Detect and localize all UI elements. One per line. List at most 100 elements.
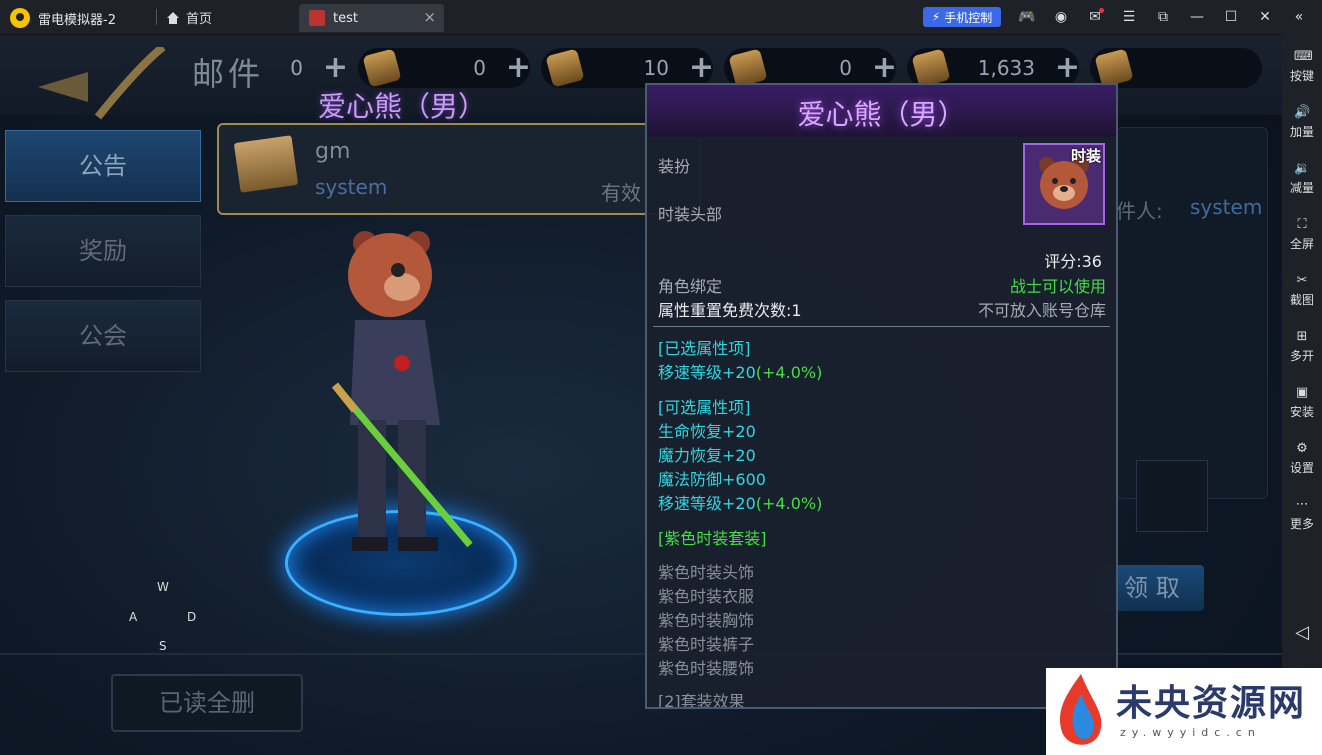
tab-close-icon[interactable]: ×: [423, 8, 436, 26]
item-score: 评分:36: [1044, 252, 1102, 271]
add-resource-button[interactable]: +: [1055, 50, 1080, 85]
sidebar-item-screenshot[interactable]: ✂ 截图: [1282, 274, 1322, 308]
scissors-icon: ✂: [1296, 273, 1308, 288]
phone-control-button[interactable]: ⚡ 手机控制: [923, 7, 1001, 27]
optional-attr: 移速等级+20(+4.0%): [658, 494, 823, 513]
sidebar-item-volume-down[interactable]: 🔉 减量: [1282, 162, 1322, 196]
delete-read-all-button[interactable]: 已读全删: [111, 674, 303, 732]
close-icon[interactable]: ✕: [1248, 6, 1282, 28]
optional-attr: 生命恢复+20: [658, 422, 756, 441]
minimize-icon[interactable]: —: [1180, 6, 1214, 28]
wasd-control[interactable]: W A D S: [118, 570, 208, 660]
more-icon: ⋯: [1295, 497, 1309, 512]
mail-icon[interactable]: ✉: [1078, 6, 1112, 28]
collapse-sidebar-icon[interactable]: «: [1282, 6, 1316, 28]
sidebar-item-volume-up[interactable]: 🔊 加量: [1282, 106, 1322, 140]
back-arrow-icon[interactable]: [28, 47, 168, 127]
home-label: 首页: [186, 12, 213, 27]
add-resource-button[interactable]: +: [506, 50, 531, 85]
tab-test[interactable]: test ×: [299, 4, 444, 32]
set-item: 紫色时装腰饰: [658, 659, 755, 678]
tooltip-divider: [653, 326, 1110, 327]
emulator-titlebar: 雷电模拟器-2 首页 test × ⚡ 手机控制 🎮 ◉ ✉ ☰ ⧉ — ☐ ✕…: [0, 0, 1322, 35]
lightning-icon: ⚡: [931, 10, 941, 24]
app-name: 雷电模拟器-2: [38, 12, 116, 28]
add-resource-button[interactable]: +: [872, 50, 897, 85]
sidebar-item-more[interactable]: ⋯ 更多: [1282, 498, 1322, 532]
optional-attr: 魔力恢复+20: [658, 446, 756, 465]
set-item: 紫色时装头饰: [658, 563, 755, 582]
home-icon: [167, 11, 179, 24]
multi-instance-icon: ⊞: [1296, 329, 1308, 344]
tab-rewards[interactable]: 奖励: [5, 215, 201, 287]
reset-count: 属性重置免费次数:1: [658, 301, 802, 320]
site-watermark: 未央资源网 zy.wyyidc.cn: [1046, 668, 1322, 755]
app-title: 雷电模拟器-2: [10, 8, 116, 28]
selected-attr: 移速等级+20(+4.0%): [658, 363, 823, 382]
item-slot: 时装头部: [658, 205, 723, 224]
gamepad-icon[interactable]: 🎮: [1010, 6, 1044, 28]
titlebar-actions: 🎮 ◉ ✉ ☰ ⧉ — ☐ ✕ «: [1010, 6, 1316, 28]
menu-icon[interactable]: ☰: [1112, 6, 1146, 28]
popout-icon[interactable]: ⧉: [1146, 6, 1180, 28]
phone-control-label: 手机控制: [944, 10, 993, 25]
watermark-url: zy.wyyidc.cn: [1120, 726, 1261, 739]
volume-up-icon: 🔊: [1294, 105, 1311, 120]
apk-icon: ▣: [1295, 385, 1309, 400]
flame-logo-icon: [1060, 674, 1102, 745]
notification-dot: [1099, 8, 1104, 13]
keyboard-icon: ⌨: [1294, 49, 1313, 64]
mail-title: gm: [315, 139, 351, 164]
game-app-icon: [309, 10, 325, 26]
class-requirement: 战士可以使用: [1009, 277, 1106, 296]
character-name: 爱心熊（男）: [318, 90, 487, 123]
mail-sender: system: [315, 175, 388, 199]
set-item: 紫色时装衣服: [658, 587, 755, 606]
fashion-tag: 时装: [1071, 147, 1102, 165]
home-tab[interactable]: 首页: [166, 8, 212, 27]
mail-status: 有效: [601, 181, 641, 205]
set-item: 紫色时装胸饰: [658, 611, 755, 630]
set-header: [紫色时装套装]: [658, 529, 767, 548]
optional-attr-header: [可选属性项]: [658, 398, 751, 417]
key-a: A: [129, 610, 138, 624]
sidebar-item-keys[interactable]: ⌨ 按键: [1282, 50, 1322, 84]
gear-icon: ⚙: [1296, 441, 1308, 456]
emulator-logo-icon: [10, 8, 30, 28]
mail-list-item[interactable]: gm system 有效: [217, 123, 701, 215]
item-category: 装扮: [658, 157, 691, 176]
page-title: 邮件: [192, 55, 265, 93]
key-d: D: [187, 610, 197, 624]
tab-announcement[interactable]: 公告: [5, 130, 201, 202]
sidebar-item-multi[interactable]: ⊞ 多开: [1282, 330, 1322, 364]
recipient-value: system: [1190, 195, 1263, 219]
set-effect: [2]套装效果: [658, 692, 745, 709]
watermark-text: 未央资源网: [1116, 683, 1307, 724]
envelope-icon: [233, 135, 299, 193]
mail-detail-panel: [1116, 127, 1268, 499]
attachment-slot[interactable]: [1136, 460, 1208, 532]
sidebar-item-settings[interactable]: ⚙ 设置: [1282, 442, 1322, 476]
back-nav-icon[interactable]: ◁: [1282, 622, 1322, 643]
optional-attr: 魔法防御+600: [658, 470, 766, 489]
fullscreen-icon: ⛶: [1297, 217, 1307, 232]
add-resource-button[interactable]: +: [689, 50, 714, 85]
sidebar-item-install[interactable]: ▣ 安装: [1282, 386, 1322, 420]
item-name: 爱心熊（男）: [797, 98, 966, 131]
tab-label: test: [333, 11, 358, 26]
add-resource-button[interactable]: +: [323, 50, 348, 85]
key-s: S: [159, 639, 167, 653]
volume-down-icon: 🔉: [1294, 161, 1311, 176]
tab-guild[interactable]: 公会: [5, 300, 201, 372]
character-model[interactable]: [290, 225, 510, 585]
titlebar-divider: [156, 9, 157, 25]
bind-status: 角色绑定: [658, 277, 723, 296]
storage-restriction: 不可放入账号仓库: [977, 301, 1106, 320]
recipient-label: 件人:: [1116, 199, 1163, 223]
maximize-icon[interactable]: ☐: [1214, 6, 1248, 28]
selected-attr-header: [已选属性项]: [658, 339, 751, 358]
user-icon[interactable]: ◉: [1044, 6, 1078, 28]
item-tooltip: 爱心熊（男） 时装 装扮 时装头部 评分:36 角色绑定 战士可以使用 属性重置…: [645, 83, 1118, 709]
sidebar-item-fullscreen[interactable]: ⛶ 全屏: [1282, 218, 1322, 252]
key-w: W: [157, 580, 169, 594]
